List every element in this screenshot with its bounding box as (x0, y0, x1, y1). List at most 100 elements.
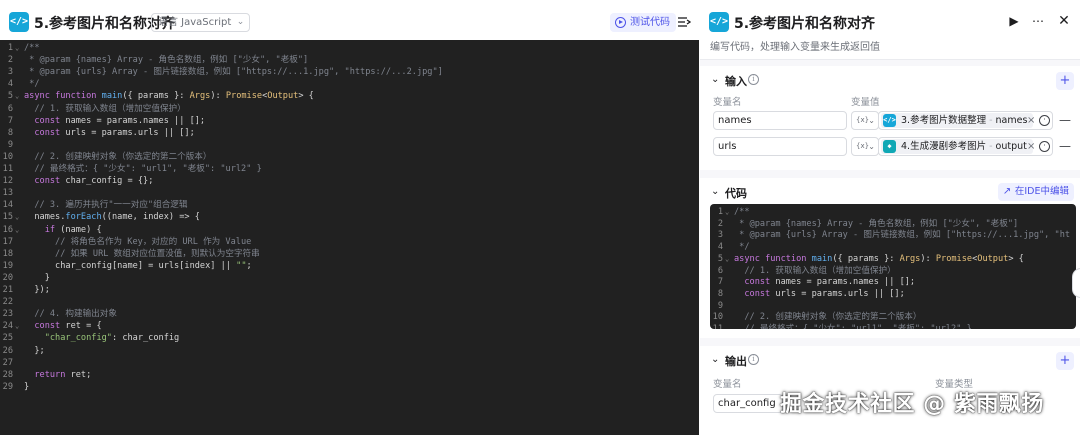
line-number: 5 (717, 253, 723, 264)
code-text: // 如果 URL 数组对应位置没值，则默认为空字符串 (55, 248, 260, 259)
fold-chevron-icon[interactable]: ⌄ (725, 207, 729, 218)
source-var-name: names (995, 115, 1028, 126)
options-icon[interactable]: · (1039, 141, 1050, 152)
output-name-field[interactable]: char_config (713, 394, 783, 413)
chevron-down-icon: ⌄ (711, 354, 720, 365)
code-line[interactable]: 8 const urls = params.urls || []; (710, 289, 1076, 300)
scroll-handle[interactable] (1072, 268, 1080, 298)
remove-row-icon[interactable]: — (1059, 139, 1071, 153)
input-name-field[interactable]: urls (713, 137, 847, 156)
code-line[interactable]: 27 (0, 358, 699, 369)
code-text: // 2. 创建映射对象（你选定的第二个版本） (744, 312, 922, 323)
code-line[interactable]: 25 "char_config": char_config (0, 333, 699, 344)
value-type-select[interactable]: {x} ⌄ (851, 111, 879, 130)
code-line[interactable]: 26 }; (0, 346, 699, 357)
input-name-field[interactable]: names (713, 111, 847, 130)
language-select[interactable]: 语言 JavaScript ⌄ (151, 13, 251, 32)
code-line[interactable]: 1 ⌄ /** (0, 43, 699, 54)
fold-chevron-icon[interactable]: ⌄ (15, 321, 19, 332)
code-line[interactable]: 5 ⌄ async function main({ params }: Args):… (0, 91, 699, 102)
info-icon[interactable]: i (748, 354, 759, 365)
input-section-header[interactable]: ⌄ 输入 i + (700, 66, 1080, 94)
variable-reference-field[interactable]: ◆ 4.生成漫剧参考图片 - output × · (878, 137, 1053, 156)
code-section-header[interactable]: ⌄ 代码 ↗ 在IDE中编辑 (700, 178, 1080, 206)
more-options-icon[interactable]: ⋯ (1031, 14, 1045, 28)
close-icon[interactable]: ✕ (1057, 14, 1071, 28)
code-line[interactable]: 18 // 如果 URL 数组对应位置没值，则默认为空字符串 (0, 249, 699, 260)
line-number: 12 (2, 176, 13, 187)
code-editor[interactable]: 1 ⌄/** 2 * @param {names} Array - 角色名数组，例如… (0, 40, 699, 435)
code-line[interactable]: 1 ⌄ /** (710, 207, 1076, 218)
code-line[interactable]: 13 (0, 188, 699, 199)
col-var-value: 变量值 (851, 97, 880, 108)
line-number: 8 (7, 127, 13, 138)
code-line[interactable]: 9 (0, 140, 699, 151)
code-line[interactable]: 6 // 1. 获取输入数组（增加空值保护） (0, 104, 699, 115)
code-line[interactable]: 2 * @param {names} Array - 角色名数组，例如 ["少女… (0, 55, 699, 66)
code-line[interactable]: 6 // 1. 获取输入数组（增加空值保护） (710, 266, 1076, 277)
code-line[interactable]: 5 ⌄ async function main({ params }: Args):… (710, 254, 1076, 265)
code-line[interactable]: 23 // 4. 构建输出对象 (0, 309, 699, 320)
code-text: if (name) { (44, 224, 102, 235)
line-number: 17 (2, 236, 13, 247)
edit-in-ide-button[interactable]: ↗ 在IDE中编辑 (997, 183, 1074, 201)
fold-chevron-icon[interactable]: ⌄ (15, 91, 19, 102)
code-line[interactable]: 24 ⌄ const ret = { (0, 321, 699, 332)
code-line[interactable]: 8 const urls = params.urls || []; (0, 128, 699, 139)
chevron-down-icon: ⌄ (868, 142, 875, 151)
code-line[interactable]: 12 const char_config = {}; (0, 176, 699, 187)
clear-icon[interactable]: × (1027, 141, 1035, 152)
variable-reference-field[interactable]: </> 3.参考图片数据整理 - names × · (878, 111, 1053, 130)
code-line[interactable]: 3 * @param {urls} Array - 图片链接数组，例如 ["ht… (0, 67, 699, 78)
code-line[interactable]: 4 */ (710, 242, 1076, 253)
code-text: */ (734, 242, 750, 253)
add-input-button[interactable]: + (1056, 72, 1074, 90)
code-line[interactable]: 20 } (0, 273, 699, 284)
info-icon[interactable]: i (748, 74, 759, 85)
fold-chevron-icon[interactable]: ⌄ (15, 43, 19, 54)
add-output-button[interactable]: + (1056, 352, 1074, 370)
code-line[interactable]: 11 // 最终格式：{ "少女": "url1", "老板": "url2" … (710, 324, 1076, 329)
code-line[interactable]: 15 ⌄ names.forEach((name, index) => { (0, 212, 699, 223)
code-editor-panel: </> 5.参考图片和名称对齐 语言 JavaScript ⌄ 测试代码 1 ⌄ /… (0, 0, 699, 435)
code-line[interactable]: 7 const names = params.names || []; (0, 116, 699, 127)
code-line[interactable]: 3 * @param {urls} Array - 图片链接数组，例如 ["ht… (710, 230, 1076, 241)
code-line[interactable]: 10 // 2. 创建映射对象（你选定的第二个版本） (710, 312, 1076, 323)
code-line[interactable]: 9 (710, 301, 1076, 312)
code-line[interactable]: 11 // 最终格式：{ "少女": "url1", "老板": "url2" … (0, 164, 699, 175)
type-label: {x} (856, 142, 870, 150)
line-number: 21 (2, 285, 13, 295)
clear-icon[interactable]: × (1027, 115, 1035, 126)
code-line[interactable]: 19 char_config[name] = urls[index] || ""… (0, 261, 699, 272)
code-line[interactable]: 16 ⌄ if (name) { (0, 225, 699, 236)
code-preview[interactable]: 1 ⌄/** 2 * @param {names} Array - 角色名数组，例如… (710, 204, 1076, 329)
code-line[interactable]: 2 * @param {names} Array - 角色名数组，例如 ["少女… (710, 219, 1076, 230)
run-icon[interactable]: ▶ (1007, 14, 1021, 28)
code-line[interactable]: 21 }); (0, 285, 699, 296)
code-line[interactable]: 14 // 3. 遍历并执行"一一对应"组合逻辑 (0, 200, 699, 211)
fold-chevron-icon[interactable]: ⌄ (725, 254, 729, 265)
node-description[interactable]: 编写代码，处理输入变量来生成返回值 (710, 38, 880, 53)
code-line[interactable]: 10 // 2. 创建映射对象（你选定的第二个版本） (0, 152, 699, 163)
col-var-name: 变量名 (713, 97, 742, 108)
fold-chevron-icon[interactable]: ⌄ (15, 212, 19, 223)
code-line[interactable]: 17 // 将角色名作为 Key，对应的 URL 作为 Value (0, 237, 699, 248)
line-number: 10 (712, 312, 723, 323)
code-line[interactable]: 7 const names = params.names || []; (710, 277, 1076, 288)
fold-chevron-icon[interactable]: ⌄ (15, 225, 19, 236)
collapse-panel-icon[interactable] (677, 15, 691, 29)
language-select-label: 语言 JavaScript (158, 17, 232, 28)
node-config-panel: </> 5.参考图片和名称对齐 编写代码，处理输入变量来生成返回值 ▶ ⋯ ✕ … (700, 0, 1080, 435)
code-line[interactable]: 4 */ (0, 79, 699, 90)
value-type-select[interactable]: {x} ⌄ (851, 137, 879, 156)
code-line[interactable]: 28 return ret; (0, 370, 699, 381)
test-code-button[interactable]: 测试代码 (610, 13, 676, 32)
options-icon[interactable]: · (1039, 115, 1050, 126)
code-text: char_config[name] = urls[index] || ""; (24, 260, 252, 271)
code-text: return ret; (34, 369, 92, 380)
remove-row-icon[interactable]: — (1059, 113, 1071, 127)
output-section-header[interactable]: ⌄ 输出 i + (700, 346, 1080, 374)
code-line[interactable]: 22 (0, 297, 699, 308)
node-title[interactable]: 5.参考图片和名称对齐 (734, 13, 875, 33)
code-line[interactable]: 29} (0, 382, 699, 393)
